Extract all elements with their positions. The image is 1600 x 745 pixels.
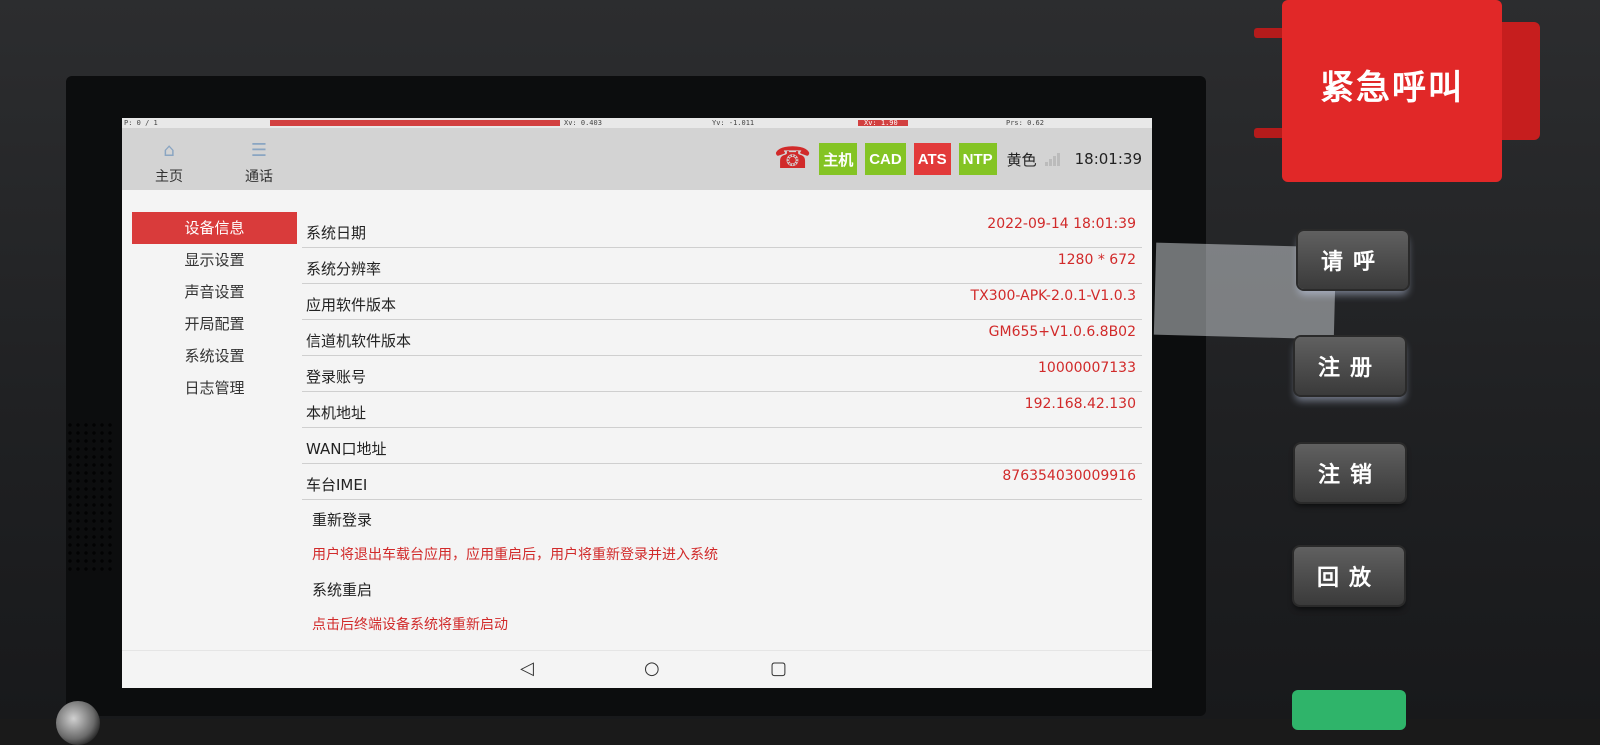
info-row-wan-address: WAN口地址 [302, 428, 1142, 464]
emergency-cover: 紧急呼叫 [1282, 0, 1502, 182]
info-value: TX300-APK-2.0.1-V1.0.3 [970, 288, 1136, 304]
list-icon: ☰ [250, 140, 268, 161]
info-key: 登录账号 [306, 368, 367, 386]
info-value: 876354030009916 [1002, 468, 1136, 484]
info-row-imei: 车台IMEI 876354030009916 [302, 464, 1142, 500]
debug-red-bar-1 [270, 120, 560, 126]
sidebar-item-device-info[interactable]: 设备信息 [132, 212, 297, 244]
speaker-grille [66, 421, 116, 571]
debug-prs: Prs: 0.62 [1006, 119, 1044, 127]
relogin-note-text: 用户将退出车载台应用，应用重启后，用户将重新登录并进入系统 [312, 547, 718, 563]
debug-pointer-bar: P: 0 / 1 Xv: 0.403 Yv: -1.011 Xv: 1.90 P… [122, 118, 1152, 128]
home-circle-icon[interactable]: ○ [644, 659, 660, 679]
hw-button-register[interactable]: 注册 [1295, 337, 1405, 395]
emergency-cover-side [1496, 22, 1540, 140]
info-key: 应用软件版本 [306, 296, 397, 314]
settings-sidebar: 设备信息 显示设置 声音设置 开局配置 系统设置 日志管理 [132, 212, 297, 404]
info-key: 车台IMEI [306, 476, 368, 494]
sidebar-item-setup[interactable]: 开局配置 [132, 308, 297, 340]
debug-p: P: 0 / 1 [124, 119, 158, 127]
emergency-call-button[interactable]: 紧急呼叫 [1254, 0, 1542, 182]
info-key: WAN口地址 [306, 440, 387, 458]
info-key: 本机地址 [306, 404, 367, 422]
relogin-note: 用户将退出车载台应用，应用重启后，用户将重新登录并进入系统 [302, 535, 1142, 570]
top-status-bar: ⌂ 主页 ☰ 通话 ☎ 主机 CAD ATS NTP 黄色 18:01:39 [122, 128, 1152, 190]
touch-screen: P: 0 / 1 Xv: 0.403 Yv: -1.011 Xv: 1.90 P… [122, 118, 1152, 688]
sidebar-item-logs[interactable]: 日志管理 [132, 372, 297, 404]
volume-knob[interactable] [56, 701, 100, 745]
debug-yv: Yv: -1.011 [712, 119, 755, 127]
info-key: 系统分辨率 [306, 260, 382, 278]
hw-button-green[interactable] [1292, 690, 1406, 730]
relogin-label: 重新登录 [312, 511, 373, 529]
terminal-device: P: 0 / 1 Xv: 0.403 Yv: -1.011 Xv: 1.90 P… [0, 0, 1600, 745]
sidebar-item-display[interactable]: 显示设置 [132, 244, 297, 276]
nav-calls[interactable]: ☰ 通话 [229, 140, 289, 186]
info-value: 1280 * 672 [1057, 252, 1136, 268]
info-value: GM655+V1.0.6.8B02 [988, 324, 1136, 340]
back-icon[interactable]: ◁ [520, 659, 534, 679]
relogin-button[interactable]: 重新登录 [302, 500, 1142, 535]
nav-home[interactable]: ⌂ 主页 [139, 140, 199, 186]
reboot-label: 系统重启 [312, 581, 373, 599]
status-badge-ntp: NTP [958, 143, 997, 175]
status-badge-ats: ATS [913, 143, 951, 175]
hw-button-call[interactable]: 请呼 [1298, 231, 1408, 289]
debug-red-value: Xv: 1.90 [864, 119, 898, 127]
sidebar-item-system[interactable]: 系统设置 [132, 340, 297, 372]
device-info-panel: 系统日期 2022-09-14 18:01:39 系统分辨率 1280 * 67… [302, 212, 1142, 640]
sidebar-item-sound[interactable]: 声音设置 [132, 276, 297, 308]
info-row-local-address: 本机地址 192.168.42.130 [302, 392, 1142, 428]
reboot-note-text: 点击后终端设备系统将重新启动 [312, 617, 508, 633]
info-value: 10000007133 [1038, 360, 1136, 376]
status-badge-cad: CAD [865, 143, 906, 175]
status-badge-host: 主机 [819, 143, 858, 175]
status-color-text: 黄色 [1006, 150, 1037, 169]
info-key: 系统日期 [306, 224, 367, 242]
status-indicators: ☎ 主机 CAD ATS NTP 黄色 18:01:39 [774, 142, 1142, 176]
hw-button-deregister[interactable]: 注销 [1295, 444, 1405, 502]
info-value: 2022-09-14 18:01:39 [987, 216, 1136, 232]
nav-home-label: 主页 [155, 169, 183, 185]
info-key: 信道机软件版本 [306, 332, 412, 350]
info-row-login-account: 登录账号 10000007133 [302, 356, 1142, 392]
signal-icon [1044, 152, 1063, 166]
debug-xv: Xv: 0.403 [564, 119, 602, 127]
recents-icon[interactable]: ▢ [770, 659, 787, 679]
info-row-system-date: 系统日期 2022-09-14 18:01:39 [302, 212, 1142, 248]
phone-icon[interactable]: ☎ [774, 144, 811, 174]
android-nav-bar: ◁ ○ ▢ [122, 650, 1152, 688]
home-icon: ⌂ [163, 140, 175, 161]
info-row-resolution: 系统分辨率 1280 * 672 [302, 248, 1142, 284]
nav-calls-label: 通话 [245, 169, 273, 185]
reboot-button[interactable]: 系统重启 [302, 570, 1142, 605]
hw-button-playback[interactable]: 回放 [1294, 547, 1404, 605]
reboot-note: 点击后终端设备系统将重新启动 [302, 605, 1142, 640]
info-row-radio-version: 信道机软件版本 GM655+V1.0.6.8B02 [302, 320, 1142, 356]
status-clock: 18:01:39 [1074, 150, 1142, 168]
emergency-label: 紧急呼叫 [1320, 68, 1464, 108]
info-row-app-version: 应用软件版本 TX300-APK-2.0.1-V1.0.3 [302, 284, 1142, 320]
info-value: 192.168.42.130 [1024, 396, 1136, 412]
